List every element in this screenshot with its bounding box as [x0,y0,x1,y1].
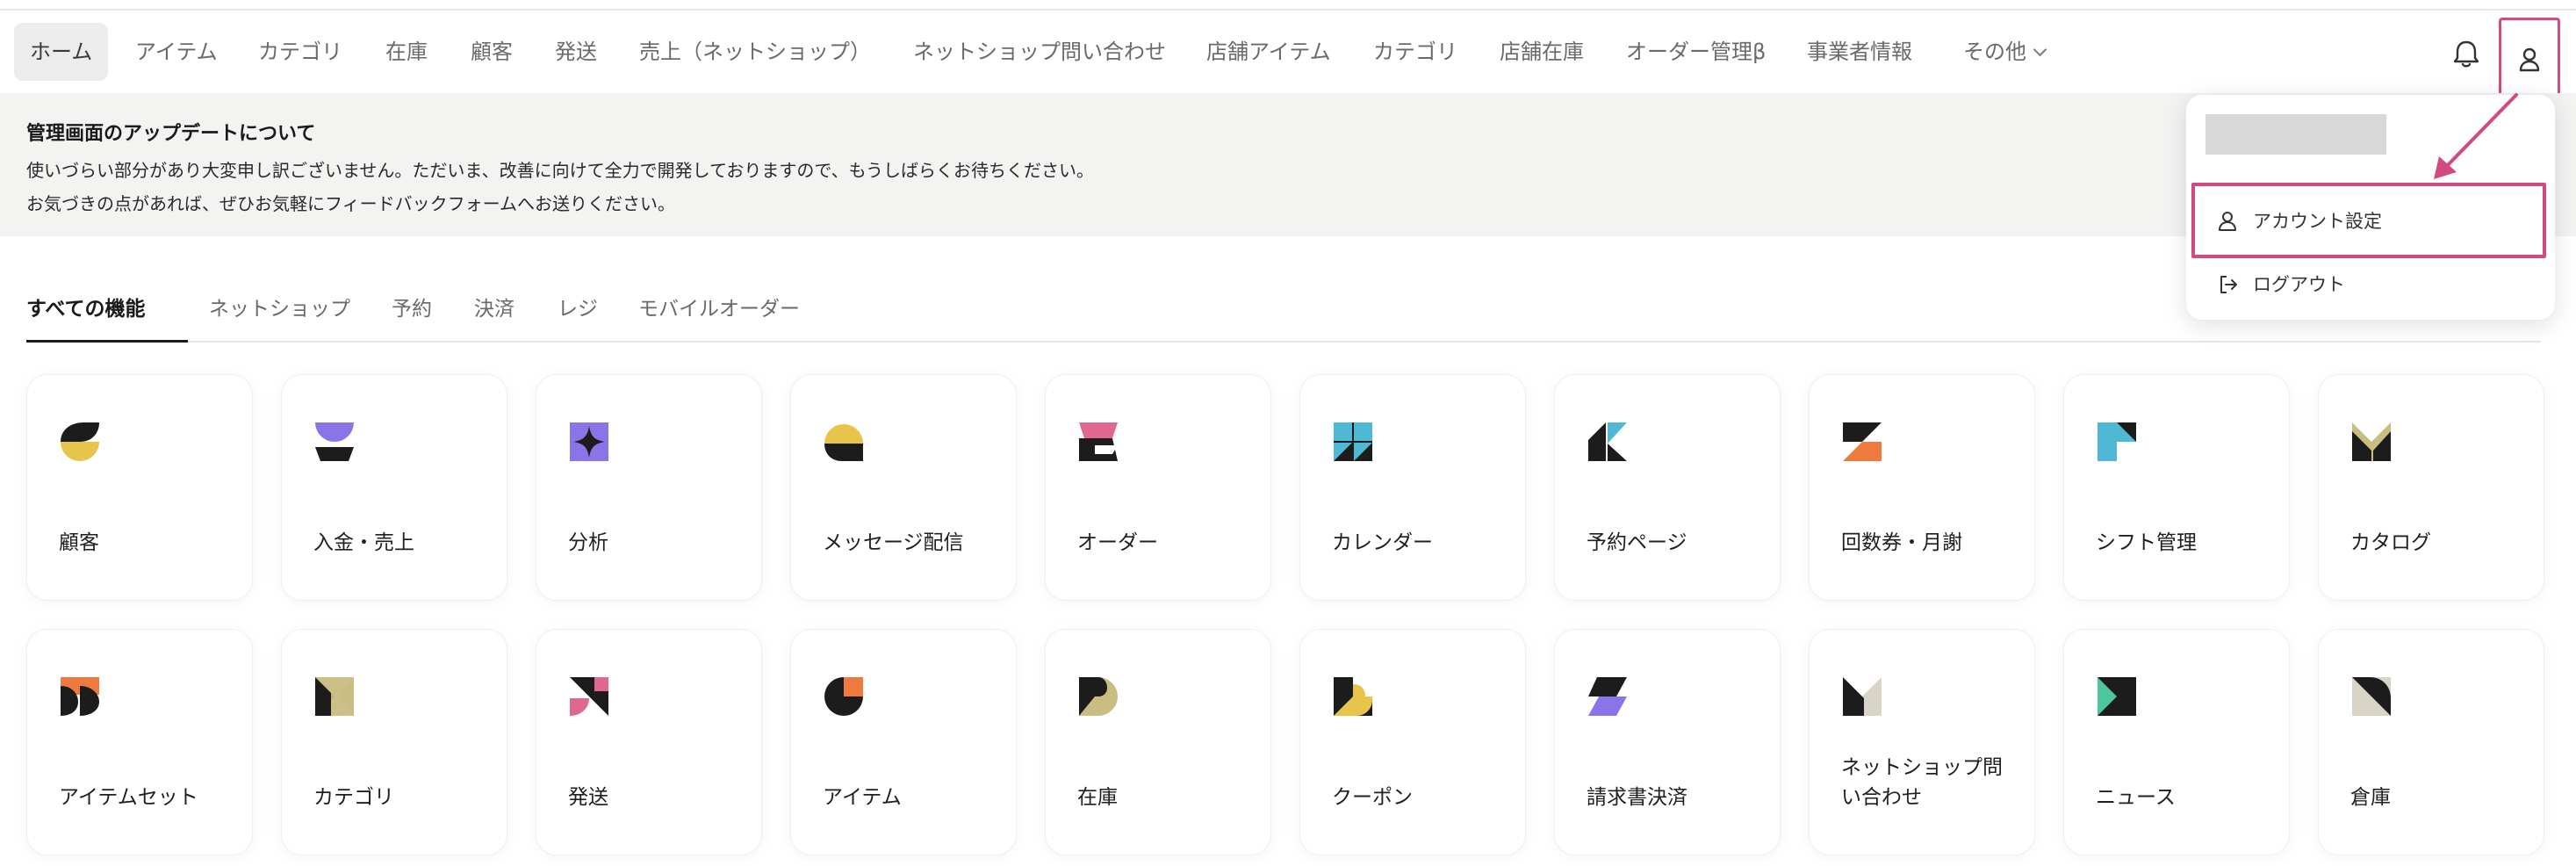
feature-card-category[interactable]: カテゴリ [281,629,507,855]
shift-icon [2097,422,2136,461]
message-icon [824,424,863,461]
card-label: オーダー [1077,531,1158,554]
nav-item-netshop-inquiry[interactable]: ネットショップ問い合わせ [913,23,1166,81]
tab-netshop[interactable]: ネットショップ [209,290,350,343]
nav-item-more[interactable]: その他 [1963,23,2047,81]
feature-card-item[interactable]: アイテム [790,629,1017,855]
chevron-down-icon [2033,42,2047,57]
card-label: アイテムセット [59,786,198,809]
feature-card-customer[interactable]: 顧客 [26,374,253,601]
nav-item-customers[interactable]: 顧客 [471,23,513,81]
tab-all-features[interactable]: すべての機能 [26,290,188,343]
account-settings-menu-item[interactable]: アカウント設定 [2186,190,2555,253]
card-label: カレンダー [1332,531,1433,554]
catalog-icon [2352,422,2391,461]
logout-menu-item[interactable]: ログアウト [2186,253,2555,316]
card-label: カタログ [2350,531,2431,554]
item-set-icon [61,677,99,716]
top-navigation: ホーム アイテム カテゴリ 在庫 顧客 発送 売上（ネットショップ） ネットショ… [0,11,2576,97]
nav-item-business-info[interactable]: 事業者情報 [1807,23,1912,81]
account-settings-label: アカウント設定 [2253,211,2382,232]
feature-card-order[interactable]: オーダー [1045,374,1271,601]
nav-item-store-category[interactable]: カテゴリ [1373,23,1457,81]
warehouse-icon [2352,677,2391,716]
nav-item-order-management[interactable]: オーダー管理β [1626,23,1766,81]
feature-card-stock[interactable]: 在庫 [1045,629,1271,855]
notice-text-line-1: 使いづらい部分があり大変申し訳ございません。ただいま、改善に向けて全力で開発して… [26,160,1094,181]
shop-inquiry-icon [1843,677,1882,716]
card-label: 顧客 [59,531,99,554]
stock-icon [1079,677,1118,716]
user-menu-button[interactable] [2499,18,2560,97]
card-label: シフト管理 [2096,531,2197,554]
user-icon [2519,47,2540,72]
feature-card-payment-sales[interactable]: 入金・売上 [281,374,507,601]
feature-tabs: すべての機能 ネットショップ 予約 決済 レジ モバイルオーダー [26,290,2541,343]
nav-item-sales-netshop[interactable]: 売上（ネットショップ） [639,23,871,81]
card-label: 請求書決済 [1587,786,1687,809]
card-label: ニュース [2096,786,2176,809]
bell-icon[interactable] [2444,32,2488,76]
ticket-icon [1843,422,1882,461]
calendar-icon [1334,422,1372,461]
card-label: 分析 [568,531,608,554]
card-label: カテゴリ [313,786,394,809]
tab-register[interactable]: レジ [558,290,598,343]
user-icon [2219,212,2236,231]
logout-icon [2220,276,2237,293]
news-icon [2097,677,2136,716]
notice-text-line-2: お気づきの点があれば、ぜひお気軽にフィードバックフォームへお送りください。 [26,193,675,214]
feature-card-ticket[interactable]: 回数券・月謝 [1809,374,2035,601]
feature-card-shop-inquiry[interactable]: ネットショップ問い合わせ [1809,629,2035,855]
payment-sales-icon [315,422,354,461]
feature-card-shipping[interactable]: 発送 [536,629,762,855]
feature-card-invoice[interactable]: 請求書決済 [1554,629,1781,855]
nav-item-items[interactable]: アイテム [135,23,218,81]
logout-label: ログアウト [2253,274,2345,295]
nav-item-category[interactable]: カテゴリ [258,23,342,81]
feature-card-warehouse[interactable]: 倉庫 [2318,629,2544,855]
category-icon [315,677,354,716]
top-border [0,0,2576,11]
coupon-icon [1334,677,1372,716]
card-label: 入金・売上 [313,531,414,554]
invoice-icon [1588,677,1627,716]
tab-reservation[interactable]: 予約 [392,290,432,343]
feature-card-reservation-page[interactable]: 予約ページ [1554,374,1781,601]
feature-card-catalog[interactable]: カタログ [2318,374,2544,601]
notice-title: 管理画面のアップデートについて [26,123,316,145]
analytics-icon [570,422,608,461]
feature-card-calendar[interactable]: カレンダー [1299,374,1526,601]
feature-card-coupon[interactable]: クーポン [1299,629,1526,855]
card-label: 倉庫 [2350,786,2391,809]
nav-item-store-stock[interactable]: 店舗在庫 [1500,23,1584,81]
tab-mobile-order[interactable]: モバイルオーダー [638,290,800,343]
card-label: 回数券・月謝 [1841,531,1962,554]
card-label: クーポン [1332,786,1413,809]
customer-icon [61,422,99,461]
user-dropdown-menu: アカウント設定 ログアウト [2186,95,2555,320]
nav-item-more-label: その他 [1963,40,2026,64]
nav-item-shipping[interactable]: 発送 [555,23,597,81]
card-label: ネットショップ問い合わせ [1841,756,2003,809]
feature-card-analytics[interactable]: 分析 [536,374,762,601]
feature-card-item-set[interactable]: アイテムセット [26,629,253,855]
feature-card-message[interactable]: メッセージ配信 [790,374,1017,601]
shipping-icon [570,677,608,716]
nav-item-store-items[interactable]: 店舗アイテム [1206,23,1331,81]
card-label: アイテム [823,786,902,809]
card-label: メッセージ配信 [823,531,964,554]
feature-card-shift[interactable]: シフト管理 [2063,374,2290,601]
nav-item-home[interactable]: ホーム [14,23,109,81]
nav-item-stock[interactable]: 在庫 [385,23,428,81]
tab-payment[interactable]: 決済 [474,290,514,343]
card-label: 予約ページ [1587,531,1687,554]
reservation-page-icon [1588,422,1627,461]
account-name-placeholder [2205,114,2386,155]
feature-card-news[interactable]: ニュース [2063,629,2290,855]
item-icon [824,677,863,716]
card-label: 在庫 [1077,786,1118,809]
card-label: 発送 [568,786,608,809]
order-icon [1079,422,1118,461]
